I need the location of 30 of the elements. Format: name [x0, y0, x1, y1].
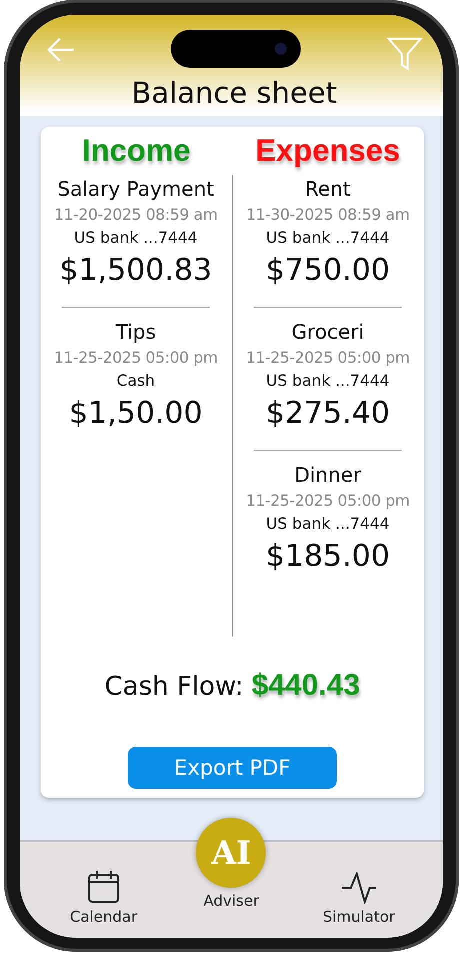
entry-name: Dinner — [294, 462, 362, 489]
cash-flow-amount: $440.43 — [252, 669, 360, 703]
entry-datetime: 11-20-2025 08:59 am — [54, 205, 218, 226]
entry-account: US bank ...7444 — [266, 371, 390, 392]
entry-amount: $750.00 — [266, 252, 390, 290]
entry-amount: $1,50.00 — [69, 395, 203, 433]
entry-account: Cash — [116, 371, 156, 392]
entry-account: US bank ...7444 — [266, 514, 390, 535]
entry-name: Groceri — [292, 319, 364, 346]
entry-account: US bank ...7444 — [266, 228, 390, 249]
entry-datetime: 11-25-2025 05:00 pm — [54, 348, 218, 369]
entry-account: US bank ...7444 — [74, 228, 198, 249]
nav-label[interactable]: Adviser — [204, 892, 260, 910]
cash-flow-label: Cash Flow: — [104, 672, 244, 702]
entry-datetime: 11-30-2025 08:59 am — [246, 205, 410, 226]
column-heading: Income — [82, 132, 191, 170]
page-title: Balance sheet — [130, 75, 338, 111]
entry-name: Rent — [305, 176, 351, 203]
nav-label[interactable]: Simulator — [322, 908, 396, 926]
entry-amount: $1,500.83 — [60, 252, 212, 290]
entry-amount: $275.40 — [266, 395, 390, 433]
entry-datetime: 11-25-2025 05:00 pm — [246, 491, 410, 512]
entry-amount: $185.00 — [266, 538, 390, 576]
nav-label[interactable]: Calendar — [70, 908, 138, 926]
column-heading: Expenses — [256, 132, 400, 170]
pulse-icon[interactable] — [341, 872, 378, 904]
entry-name: Tips — [116, 319, 156, 346]
entry-datetime: 11-25-2025 05:00 pm — [246, 348, 410, 369]
entry-name: Salary Payment — [58, 176, 214, 203]
calendar-icon[interactable] — [88, 870, 120, 904]
